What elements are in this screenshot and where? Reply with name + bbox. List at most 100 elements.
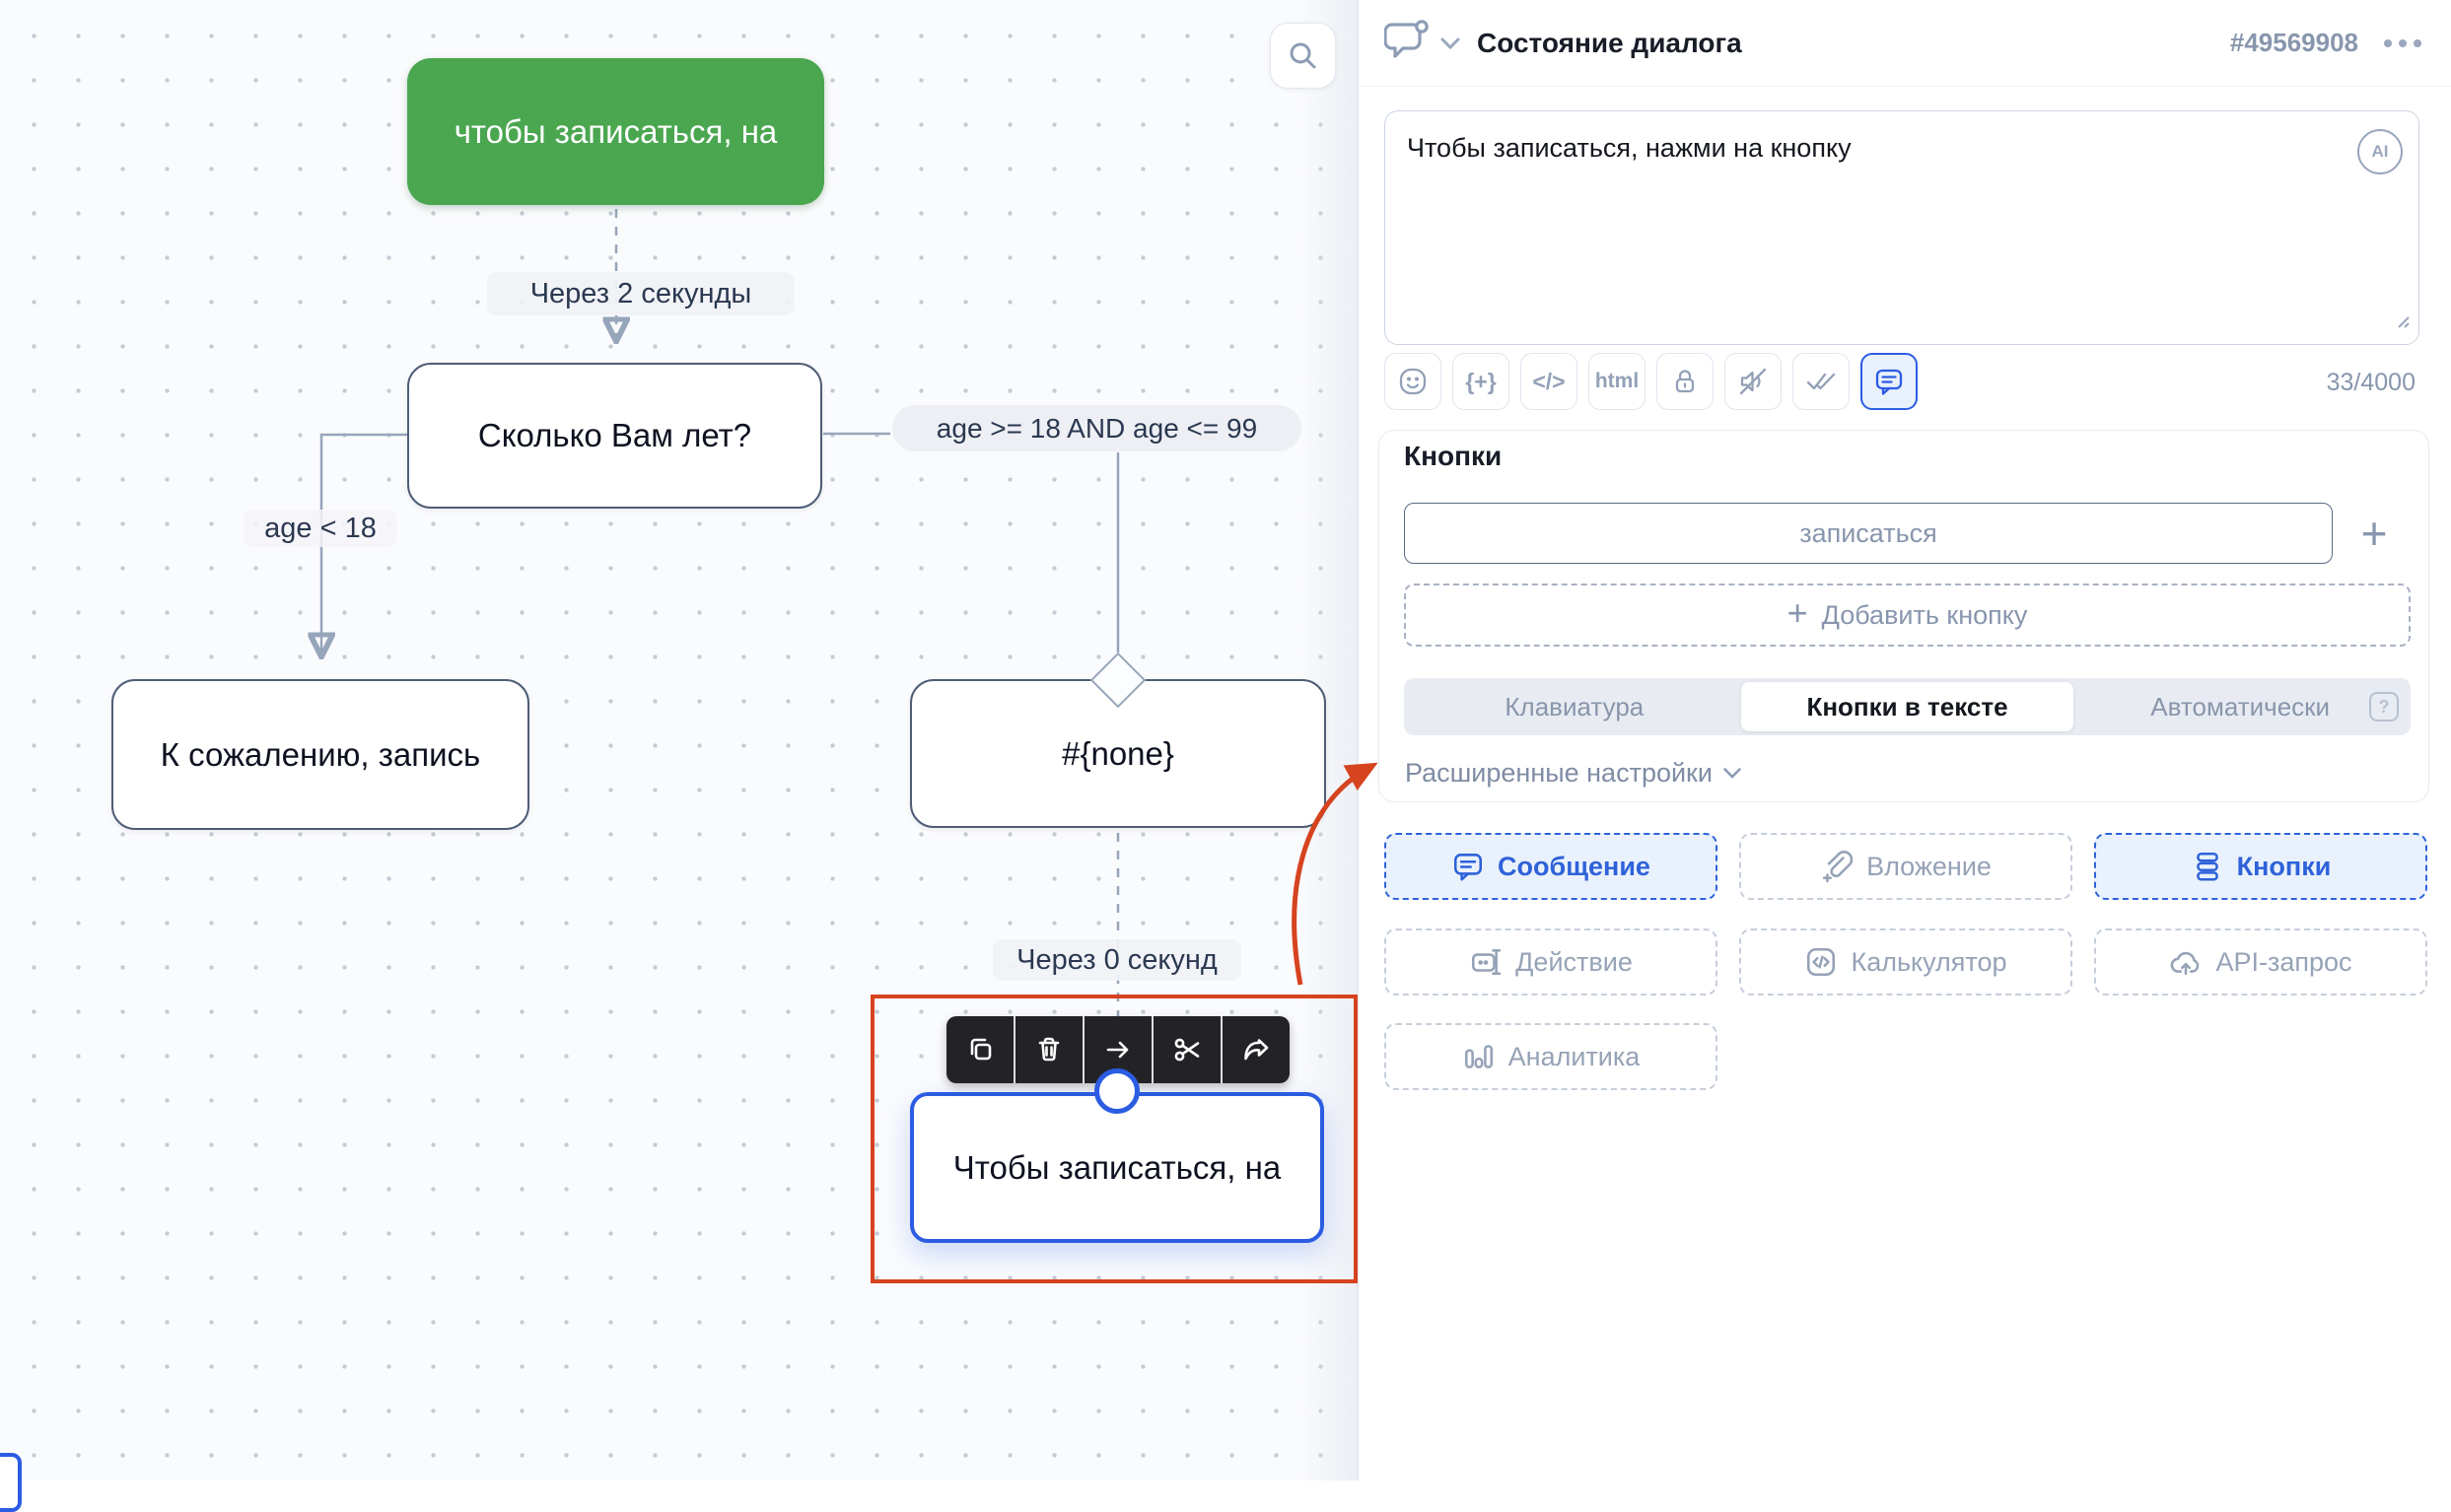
node-connector-handle[interactable] [1094, 1068, 1140, 1114]
stacked-buttons-icon [2191, 850, 2224, 883]
block-label: Вложение [1866, 852, 1992, 882]
message-text: Чтобы записаться, нажми на кнопку [1407, 133, 1852, 163]
code-box-icon [1804, 945, 1838, 979]
ai-assistant-button[interactable]: AI [2357, 129, 2403, 174]
more-menu-button[interactable] [2384, 39, 2421, 47]
edge-condition-age-range[interactable]: age >= 18 AND age <= 99 [892, 405, 1301, 451]
message-mode-button[interactable] [1860, 353, 1918, 410]
sound-off-icon [1737, 366, 1769, 397]
block-action-button[interactable]: Действие [1384, 928, 1717, 996]
double-check-icon [1804, 366, 1838, 397]
panel-header: Состояние диалога #49569908 [1359, 0, 2451, 87]
flow-canvas[interactable]: чтобы записаться, на Через 2 секунды Ско… [0, 0, 1357, 1480]
ai-label: AI [2372, 142, 2389, 162]
share-node-button[interactable] [1223, 1016, 1290, 1083]
tab-automatic[interactable]: Автоматически [2073, 682, 2407, 731]
plus-glyph: + [2361, 507, 2388, 560]
help-glyph: ? [2379, 697, 2390, 718]
tab-label: Автоматически [2150, 692, 2330, 722]
share-forward-icon [1240, 1034, 1272, 1065]
emoji-button[interactable] [1384, 353, 1441, 410]
arrow-right-icon [1102, 1034, 1134, 1065]
button-value-input[interactable]: записаться [1404, 503, 2333, 564]
advanced-settings-label: Расширенные настройки [1405, 758, 1713, 789]
variable-button[interactable]: {+} [1452, 353, 1509, 410]
state-type-dropdown[interactable] [1439, 36, 1461, 50]
flow-node-sorry[interactable]: К сожалению, запись [111, 679, 529, 830]
block-label: API-запрос [2215, 947, 2351, 978]
trash-icon [1033, 1034, 1065, 1065]
robot-icon [1469, 945, 1503, 979]
double-check-button[interactable] [1792, 353, 1850, 410]
panel-title: Состояние диалога [1477, 28, 1742, 59]
block-attachment-button[interactable]: Вложение [1739, 833, 2072, 900]
canvas-search-button[interactable] [1270, 23, 1336, 89]
code-button[interactable]: </> [1520, 353, 1577, 410]
button-value-text: записаться [1799, 518, 1937, 549]
tab-keyboard[interactable]: Клавиатура [1408, 682, 1741, 731]
copy-node-button[interactable] [946, 1016, 1015, 1083]
message-bubble-icon [1873, 366, 1905, 397]
tab-label: Кнопки в тексте [1806, 692, 2007, 722]
add-button-dashed[interactable]: + Добавить кнопку [1404, 584, 2411, 647]
bar-chart-icon [1462, 1040, 1496, 1073]
edge-condition-text: age >= 18 AND age <= 99 [937, 413, 1257, 445]
plus-icon: + [1787, 592, 1808, 634]
block-calculator-button[interactable]: Калькулятор [1739, 928, 2072, 996]
node-label: К сожалению, запись [161, 736, 481, 774]
edge-delay-text: Через 2 секунды [530, 278, 752, 310]
buttons-section-title: Кнопки [1404, 441, 1502, 472]
edge-delay-text: Через 0 секунд [1016, 944, 1218, 977]
delete-node-button[interactable] [1015, 1016, 1085, 1083]
block-analytics-button[interactable]: Аналитика [1384, 1023, 1717, 1090]
block-api-button[interactable]: API-запрос [2094, 928, 2427, 996]
buttons-mode-tabs: Клавиатура Кнопки в тексте Автоматически… [1404, 678, 2411, 735]
add-button-label: Добавить кнопку [1822, 600, 2028, 631]
paperclip-icon [1820, 850, 1854, 883]
emoji-icon [1397, 366, 1429, 397]
advanced-settings-toggle[interactable]: Расширенные настройки [1405, 758, 1742, 789]
flow-node-offscreen[interactable] [0, 1453, 22, 1512]
node-label: чтобы записаться, на [455, 113, 778, 151]
state-id: #49569908 [2230, 28, 2358, 58]
char-counter: 33/4000 [2327, 369, 2416, 397]
sound-off-button[interactable] [1724, 353, 1782, 410]
block-label: Сообщение [1498, 852, 1650, 882]
node-label: Сколько Вам лет? [478, 417, 751, 454]
tab-label: Клавиатура [1505, 692, 1644, 722]
lock-icon [1669, 366, 1701, 397]
edge-delay-label-0s[interactable]: Через 0 секунд [993, 939, 1241, 981]
node-label: #{none} [1062, 735, 1174, 773]
format-toolbar: {+} </> html [1384, 353, 1918, 410]
block-label: Калькулятор [1851, 947, 2006, 978]
edge-delay-label-2s[interactable]: Через 2 секунды [487, 272, 795, 315]
buttons-card: Кнопки записаться + + Добавить кнопку Кл… [1378, 430, 2429, 802]
state-settings-panel: Состояние диалога #49569908 Чтобы записа… [1357, 0, 2451, 1480]
cut-node-button[interactable] [1154, 1016, 1223, 1083]
flow-node-selected[interactable]: Чтобы записаться, на [910, 1092, 1324, 1243]
variable-glyph: {+} [1465, 369, 1496, 395]
dialog-state-icon [1384, 20, 1430, 66]
block-label: Кнопки [2237, 852, 2332, 882]
flow-node-start[interactable]: чтобы записаться, на [407, 58, 824, 205]
block-buttons-button[interactable]: Кнопки [2094, 833, 2427, 900]
lock-button[interactable] [1656, 353, 1714, 410]
edge-condition-text: age < 18 [264, 513, 377, 545]
block-label: Действие [1515, 947, 1633, 978]
add-button-plus[interactable]: + [2338, 503, 2411, 564]
code-glyph: </> [1532, 369, 1565, 395]
scissors-icon [1171, 1034, 1203, 1065]
help-icon[interactable]: ? [2369, 692, 2399, 722]
search-icon [1286, 38, 1321, 74]
message-text-input[interactable]: Чтобы записаться, нажми на кнопку AI [1384, 110, 2419, 345]
cloud-upload-icon [2169, 945, 2203, 979]
resize-handle[interactable] [2395, 306, 2411, 336]
block-label: Аналитика [1508, 1042, 1641, 1072]
block-message-button[interactable]: Сообщение [1384, 833, 1717, 900]
html-glyph: html [1595, 370, 1639, 393]
node-label: Чтобы записаться, на [953, 1149, 1281, 1187]
flow-node-question[interactable]: Сколько Вам лет? [407, 363, 822, 509]
tab-inline-buttons[interactable]: Кнопки в тексте [1741, 682, 2074, 731]
html-button[interactable]: html [1588, 353, 1646, 410]
message-bubble-icon [1451, 850, 1485, 883]
